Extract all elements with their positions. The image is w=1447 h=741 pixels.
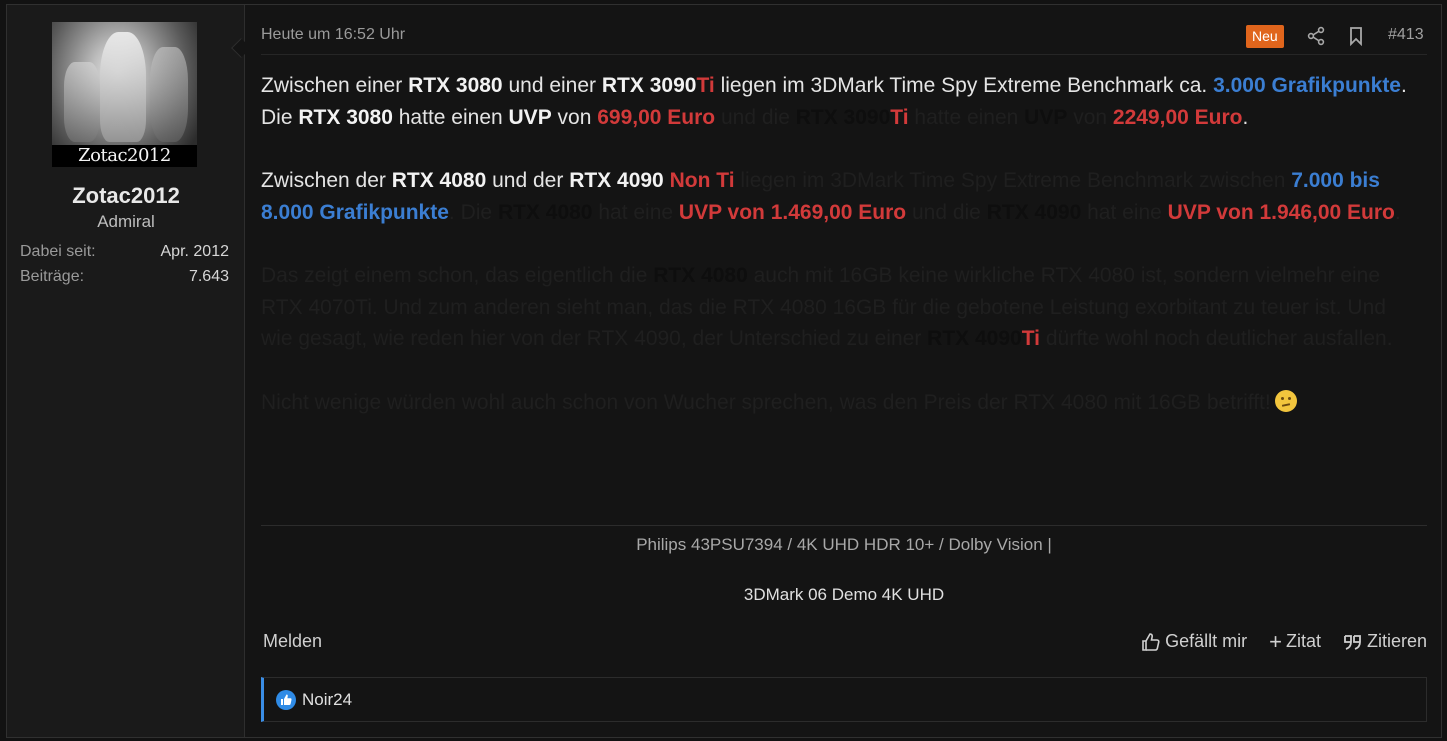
quote-icon (1344, 634, 1361, 650)
text-run: 699,00 Euro (597, 105, 716, 129)
text-run: und die (906, 200, 987, 224)
text-run: UVP (508, 105, 552, 129)
text-run: . Die (448, 200, 498, 224)
text-run: RTX 3080 (298, 105, 393, 129)
text-run: RTX 4080 (653, 264, 748, 287)
avatar-art (100, 32, 146, 142)
username-link[interactable]: Zotac2012 (7, 183, 245, 209)
thinking-emoji-icon (1274, 389, 1297, 412)
signature-link[interactable]: 3DMark 06 Demo 4K UHD (261, 585, 1427, 605)
text-run: Das zeigt einem schon, das eigentlich di… (261, 264, 654, 287)
text-run: RTX 3090 (795, 105, 891, 129)
avatar-art (150, 47, 188, 142)
report-link[interactable]: Melden (263, 631, 322, 652)
text-run: RTX 4090 (927, 327, 1022, 350)
text-run: UVP (1024, 105, 1068, 129)
text-run: hat eine (592, 200, 679, 224)
text-run: hat eine (1081, 200, 1168, 224)
stat-posts: Beiträge: 7.643 (20, 268, 229, 286)
text-run: RTX 4090 (569, 169, 664, 192)
text-run: . (1242, 105, 1249, 129)
text-run: von (551, 105, 598, 129)
user-sidebar: Zotac2012 Zotac2012 Admiral Dabei seit: … (7, 5, 245, 737)
text-run: UVP von 1.946,00 Euro (1167, 200, 1395, 224)
thumbs-up-icon (276, 690, 296, 710)
quote-label: Zitieren (1366, 631, 1427, 651)
stat-value: Apr. 2012 (160, 243, 230, 260)
stat-value: 7.643 (188, 268, 229, 285)
text-run: von (1067, 105, 1113, 129)
bookmark-icon[interactable] (1346, 26, 1366, 47)
stat-label: Dabei seit: (20, 243, 96, 260)
paragraph: Nicht wenige würden wohl auch schon von … (261, 387, 1421, 419)
stat-joined: Dabei seit: Apr. 2012 (20, 243, 229, 261)
signature-line: Philips 43PSU7394 / 4K UHD HDR 10+ / Dol… (636, 535, 1052, 554)
forum-post: Zotac2012 Zotac2012 Admiral Dabei seit: … (6, 4, 1442, 738)
like-label: Gefällt mir (1165, 631, 1248, 651)
user-title: Admiral (97, 212, 155, 231)
post-number-link[interactable]: #413 (1388, 26, 1424, 44)
plus-icon: + (1269, 628, 1282, 654)
quote-button[interactable]: Zitieren (1343, 631, 1427, 652)
text-run: hatte einen (908, 105, 1025, 129)
text-run: und der (486, 169, 570, 192)
post-date-link[interactable]: Heute um 16:52 Uhr (261, 26, 405, 44)
multiquote-button[interactable]: + Zitat (1269, 628, 1321, 654)
stat-label: Beiträge: (20, 268, 85, 285)
avatar-art (64, 62, 100, 142)
avatar-caption: Zotac2012 (52, 145, 197, 167)
text-run: und einer (502, 74, 602, 97)
thumbs-up-icon (1142, 632, 1160, 651)
new-badge: Neu (1246, 25, 1284, 48)
text-run: Ti (696, 74, 715, 97)
post-body: Zwischen einer RTX 3080 und einer RTX 30… (261, 70, 1421, 418)
text-run: 3.000 Grafikpunkte (1213, 74, 1401, 97)
post-actions: Gefällt mir + Zitat Zitieren (1141, 628, 1427, 654)
post-main: Heute um 16:52 Uhr Neu #413 Zwischen ein… (261, 5, 1427, 737)
text-run: Nicht wenige würden wohl auch schon von … (261, 390, 1271, 414)
paragraph: Zwischen der RTX 4080 und der RTX 4090 N… (261, 165, 1421, 228)
text-run: Ti (890, 105, 909, 129)
signature-divider (261, 525, 1427, 526)
text-run: liegen im 3DMark Time Spy Extreme Benchm… (714, 74, 1214, 97)
text-run: hatte einen (392, 105, 509, 129)
paragraph: Zwischen einer RTX 3080 und einer RTX 30… (261, 70, 1421, 133)
divider (261, 54, 1427, 55)
reactions-bar[interactable]: Noir24 (261, 677, 1427, 722)
text-run: und die (715, 105, 796, 129)
text-run: . (1394, 200, 1401, 224)
text-run: Non Ti (663, 169, 735, 192)
paragraph: Das zeigt einem schon, das eigentlich di… (261, 260, 1421, 355)
text-run: liegen im 3DMark Time Spy Extreme Benchm… (734, 169, 1292, 192)
text-run: RTX 4080 (497, 200, 593, 224)
text-run: Zwischen einer (261, 74, 409, 97)
text-run: 2249,00 Euro (1112, 105, 1243, 129)
text-run: RTX 4080 (391, 169, 487, 192)
multiquote-label: Zitat (1285, 631, 1321, 651)
text-run: RTX 3080 (408, 74, 503, 97)
reaction-user-link[interactable]: Noir24 (302, 690, 352, 710)
text-run: UVP von 1.469,00 Euro (678, 200, 907, 224)
text-run: dürfte wohl noch deutlicher ausfallen. (1040, 327, 1393, 350)
text-run: Ti (1021, 327, 1041, 350)
text-run: RTX 4090 (986, 200, 1082, 224)
like-button[interactable]: Gefällt mir (1141, 631, 1247, 652)
share-icon[interactable] (1306, 26, 1326, 46)
text-run: RTX 3090 (601, 74, 697, 97)
avatar[interactable]: Zotac2012 (52, 22, 197, 167)
text-run: Zwischen der (261, 169, 392, 192)
